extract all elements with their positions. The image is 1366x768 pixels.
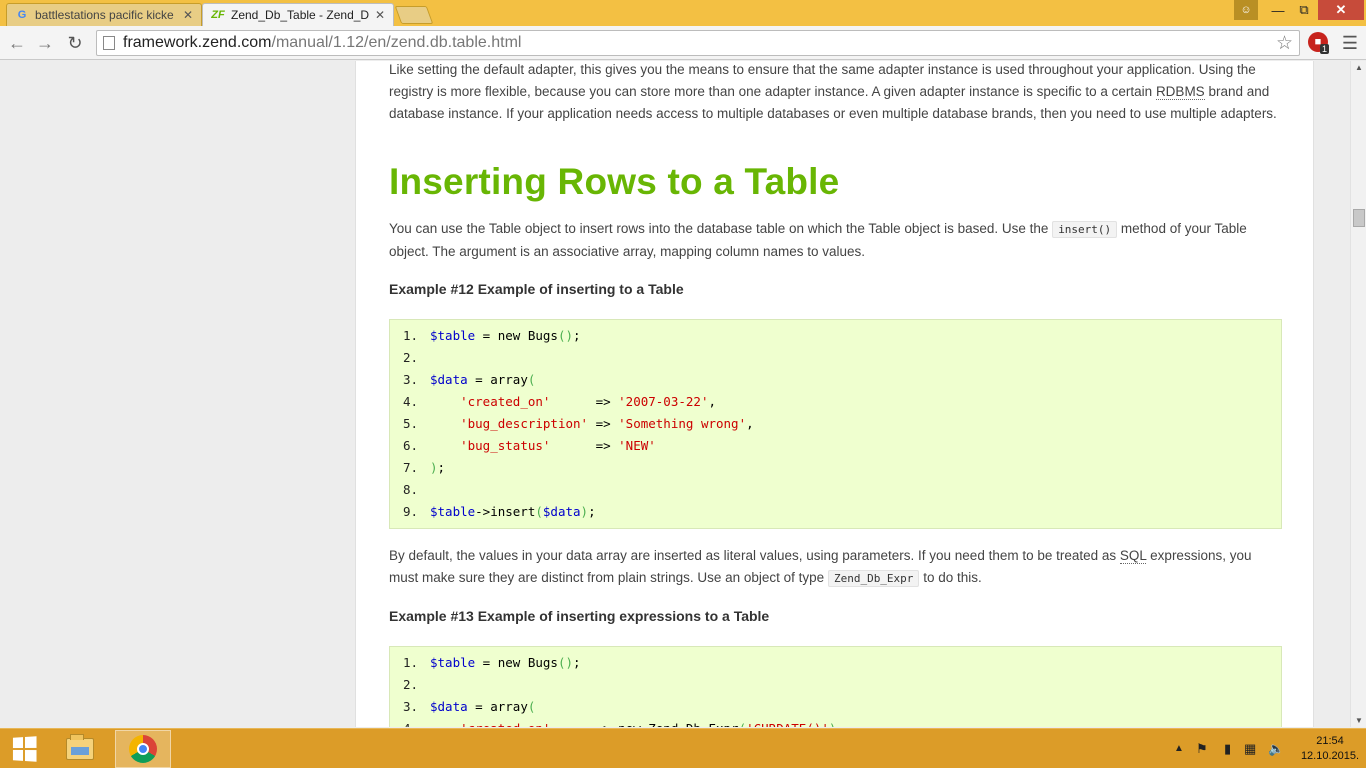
battery-icon[interactable]: ▮: [1224, 741, 1231, 757]
minimize-icon[interactable]: —: [1266, 0, 1290, 20]
code-line: 7.);: [390, 457, 1281, 479]
code-line: 3. $data = array(: [390, 369, 1281, 391]
example-12-title: Example #12 Example of inserting to a Ta…: [389, 281, 684, 297]
address-path: /manual/1.12/en/zend.db.table.html: [271, 34, 522, 51]
tab-battlestations[interactable]: G battlestations pacific kicke ✕: [6, 3, 202, 26]
line-number: 9.: [402, 504, 418, 519]
chrome-taskbar-button[interactable]: [115, 730, 171, 768]
forward-arrow-icon[interactable]: →: [34, 32, 56, 54]
manual-content: Like setting the default adapter, this g…: [355, 61, 1314, 727]
scroll-up-arrow-icon[interactable]: ▲: [1351, 63, 1366, 72]
code-line: 2.: [390, 347, 1281, 369]
insert-paragraph: You can use the Table object to insert r…: [389, 221, 1247, 259]
inline-code-insert: insert(): [1052, 221, 1118, 238]
code-line: 1. $table = new Bugs();: [390, 652, 1281, 674]
new-tab-button[interactable]: [394, 6, 434, 24]
inline-code-zend-db-expr: Zend_Db_Expr: [827, 570, 920, 587]
page-icon: [103, 36, 115, 50]
intro-paragraph: Like setting the default adapter, this g…: [389, 62, 1277, 121]
code-example-12: 1. $table = new Bugs(); 2. 3. $data = array(…: [389, 319, 1282, 529]
line-number: 1.: [402, 655, 418, 670]
show-hidden-icons-chevron-icon[interactable]: ▲: [1174, 743, 1184, 754]
volume-icon[interactable]: 🔈: [1268, 741, 1284, 757]
line-number: 4.: [402, 394, 418, 409]
action-center-flag-icon[interactable]: ⚑: [1196, 741, 1208, 757]
start-button[interactable]: [0, 729, 48, 768]
line-number: 3.: [402, 699, 418, 714]
file-explorer-taskbar-button[interactable]: [52, 730, 108, 768]
windows-logo-icon: [12, 736, 37, 762]
code-line: 8.: [390, 479, 1281, 501]
reload-icon[interactable]: ↻: [64, 32, 86, 54]
line-number: 2.: [402, 350, 418, 365]
tab-zend-db-table[interactable]: ZF Zend_Db_Table - Zend_Db ✕: [202, 3, 394, 26]
line-number: 1.: [402, 328, 418, 343]
folder-icon: [66, 734, 94, 760]
code-line: 2.: [390, 674, 1281, 696]
chrome-menu-icon[interactable]: ☰: [1340, 32, 1360, 54]
code-line: 6. 'bug_status' => 'NEW': [390, 435, 1281, 457]
abbr-sql: SQL: [1119, 548, 1147, 564]
abbr-rdbms: RDBMS: [1155, 84, 1205, 100]
code-text: $data = array(: [430, 699, 536, 714]
code-line: 4. 'created_on' => new Zend_Db_Expr('CUR…: [390, 718, 1281, 727]
zend-favicon-icon: ZF: [211, 9, 225, 21]
code-text: );: [430, 460, 446, 475]
line-number: 7.: [402, 460, 418, 475]
line-number: 2.: [402, 677, 418, 692]
browser-toolbar: ← → ↻ framework.zend.com/manual/1.12/en/…: [0, 26, 1366, 60]
code-line: 5. 'bug_description' => 'Something wrong…: [390, 413, 1281, 435]
user-profile-icon[interactable]: ☺: [1234, 0, 1258, 20]
extension-badge: 1: [1320, 44, 1330, 54]
windows-taskbar: ▲ ⚑ ▮ ▦ 🔈 21:54 12.10.2015.: [0, 728, 1366, 768]
system-clock[interactable]: 21:54 12.10.2015.: [1300, 734, 1360, 764]
code-text: $data = array(: [430, 372, 536, 387]
google-favicon-icon: G: [17, 9, 27, 21]
tab-close-icon[interactable]: ✕: [375, 8, 385, 22]
code-line: 9. $table->insert($data);: [390, 501, 1281, 523]
clock-time: 21:54: [1316, 735, 1344, 747]
address-bar[interactable]: framework.zend.com/manual/1.12/en/zend.d…: [96, 30, 1300, 56]
scroll-thumb[interactable]: [1353, 209, 1365, 227]
code-line: 1. $table = new Bugs();: [390, 325, 1281, 347]
example-13-title: Example #13 Example of inserting express…: [389, 608, 770, 624]
bookmark-star-icon[interactable]: ☆: [1276, 32, 1293, 55]
tab-title: battlestations pacific kicke: [35, 8, 174, 22]
code-text: $table = new Bugs();: [430, 655, 581, 670]
address-host: framework.zend.com: [123, 34, 272, 51]
section-heading: Inserting Rows to a Table: [389, 161, 840, 202]
code-text: $table = new Bugs();: [430, 328, 581, 343]
code-text: $table->insert($data);: [430, 504, 596, 519]
line-number: 3.: [402, 372, 418, 387]
code-text: 'bug_status' => 'NEW': [460, 438, 656, 453]
tab-title: Zend_Db_Table - Zend_Db: [231, 8, 369, 22]
scroll-down-arrow-icon[interactable]: ▼: [1351, 716, 1366, 725]
code-example-13: 1. $table = new Bugs(); 2. 3. $data = array(…: [389, 646, 1282, 727]
line-number: 4.: [390, 718, 430, 727]
code-text: 'created_on' => new Zend_Db_Expr('CURDAT…: [430, 718, 844, 727]
code-text: 'created_on' => '2007-03-22',: [460, 394, 716, 409]
line-number: 5.: [402, 416, 418, 431]
tab-close-icon[interactable]: ✕: [183, 8, 193, 22]
browser-tab-strip: G battlestations pacific kicke ✕ ZF Zend…: [0, 0, 1366, 26]
chrome-icon: [129, 735, 157, 763]
code-line: 3. $data = array(: [390, 696, 1281, 718]
default-values-paragraph: By default, the values in your data arra…: [389, 548, 1252, 587]
code-text: 'bug_description' => 'Something wrong',: [460, 416, 754, 431]
line-number: 8.: [402, 482, 418, 497]
code-line: 4. 'created_on' => '2007-03-22',: [390, 391, 1281, 413]
back-arrow-icon[interactable]: ←: [6, 32, 28, 54]
network-signal-icon[interactable]: ▦: [1244, 741, 1256, 757]
vertical-scrollbar[interactable]: ▲ ▼: [1350, 61, 1366, 727]
close-window-icon[interactable]: ✕: [1318, 0, 1364, 20]
page-viewport: Like setting the default adapter, this g…: [0, 61, 1350, 727]
line-number: 6.: [402, 438, 418, 453]
clock-date: 12.10.2015.: [1300, 750, 1360, 762]
restore-icon[interactable]: ⧉: [1292, 0, 1316, 20]
